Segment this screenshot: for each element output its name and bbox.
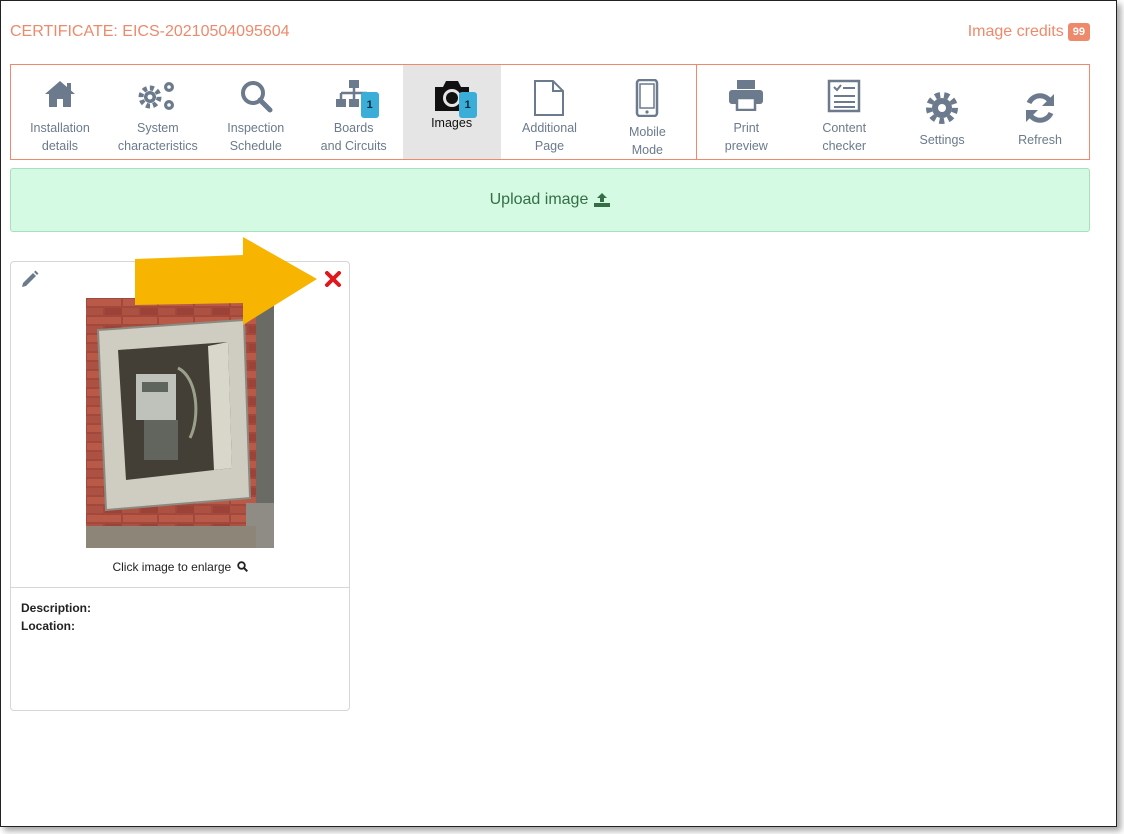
cogs-icon	[137, 79, 179, 119]
delete-image-icon[interactable]	[325, 271, 341, 292]
image-thumbnail[interactable]	[86, 298, 274, 548]
image-credits-label: Image credits	[967, 23, 1064, 40]
home-icon	[43, 79, 77, 119]
refresh-icon	[1023, 91, 1057, 141]
app-window: CERTIFICATE: EICS-20210504095604 Image c…	[0, 0, 1117, 827]
tab-label: Mobile Mode	[628, 125, 666, 157]
tab-additional-page[interactable]: Additional Page	[501, 65, 599, 159]
tab-label: System characteristics	[117, 121, 198, 153]
tab-installation-details[interactable]: Installation details	[11, 65, 109, 159]
upload-icon	[594, 193, 611, 207]
enlarge-hint: Click image to enlarge	[11, 560, 349, 574]
search-icon	[239, 79, 273, 119]
tab-mobile-mode[interactable]: Mobile Mode	[598, 65, 696, 159]
tab-refresh[interactable]: Refresh	[991, 65, 1089, 159]
tab-label: Content checker	[822, 121, 867, 153]
tab-label: Additional Page	[522, 121, 577, 153]
upload-image-button[interactable]: Upload image	[10, 168, 1090, 232]
tab-boards-and-circuits[interactable]: 1 Boards and Circuits	[305, 65, 403, 159]
tab-images[interactable]: 1 Images	[402, 65, 501, 159]
checklist-icon	[827, 79, 861, 119]
zoom-icon	[236, 561, 248, 573]
tab-label: Installation details	[30, 121, 90, 153]
boards-count-badge: 1	[360, 92, 379, 118]
description-label: Description:	[21, 601, 92, 615]
gear-icon	[925, 91, 959, 141]
tab-print-preview[interactable]: Print preview	[697, 65, 795, 159]
tab-settings[interactable]: Settings	[893, 65, 991, 159]
certificate-toolbar: Installation details System characterist…	[10, 64, 1090, 160]
image-credits-count: 99	[1067, 23, 1090, 41]
image-credits[interactable]: Image credits 99	[968, 23, 1090, 41]
tab-label: Inspection Schedule	[227, 121, 285, 153]
tab-inspection-schedule[interactable]: Inspection Schedule	[207, 65, 305, 159]
tab-label: Boards and Circuits	[320, 121, 387, 153]
card-divider	[11, 587, 349, 588]
certificate-title: CERTIFICATE: EICS-20210504095604	[10, 23, 290, 40]
location-label: Location:	[21, 619, 75, 633]
tab-label: Print preview	[724, 121, 768, 153]
images-count-badge: 1	[458, 92, 477, 118]
file-icon	[533, 79, 565, 119]
tab-system-characteristics[interactable]: System characteristics	[109, 65, 207, 159]
tab-content-checker[interactable]: Content checker	[795, 65, 893, 159]
annotation-arrow	[135, 237, 317, 325]
pencil-icon[interactable]	[21, 270, 39, 293]
upload-label: Upload image	[489, 191, 589, 208]
enlarge-hint-text: Click image to enlarge	[112, 560, 232, 574]
print-icon	[728, 79, 764, 119]
mobile-icon	[635, 79, 659, 123]
